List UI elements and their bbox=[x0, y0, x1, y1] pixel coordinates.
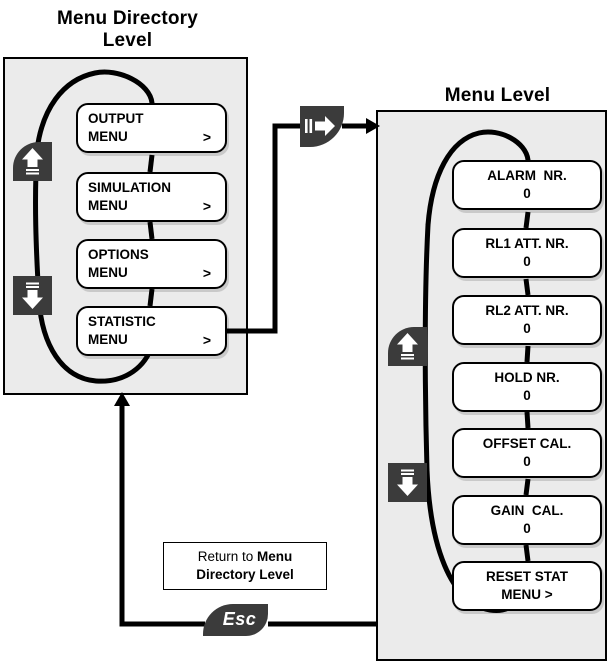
menu-item-simulation-menu-line2: MENU bbox=[88, 198, 128, 213]
menu-item-rl2-att-nr-value: 0 bbox=[523, 321, 531, 336]
menu-item-rl1-att-nr[interactable]: RL1 ATT. NR. 0 bbox=[452, 228, 602, 278]
menu-item-options-menu-row2: MENU > bbox=[88, 264, 215, 282]
menu-item-hold-nr-value: 0 bbox=[523, 388, 531, 403]
menu-item-options-menu-line1: OPTIONS bbox=[88, 246, 149, 262]
menu-directory-level-title: Menu Directory Level bbox=[20, 8, 235, 53]
esc-key[interactable]: Esc bbox=[203, 604, 268, 636]
menu-level-title: Menu Level bbox=[444, 85, 551, 106]
up-arrow-key-icon bbox=[22, 148, 43, 175]
menu-item-statistic-menu-row1: STATISTIC bbox=[88, 313, 215, 331]
menu-item-reset-stat-menu-line2: MENU > bbox=[501, 587, 553, 602]
down-arrow-key-icon bbox=[22, 282, 43, 309]
menu-item-output-menu-line1: OUTPUT bbox=[88, 110, 144, 126]
menu-item-gain-cal-value: 0 bbox=[523, 521, 531, 536]
menu-item-output-menu-line2: MENU bbox=[88, 129, 128, 144]
menu-item-offset-cal-label: OFFSET CAL. bbox=[482, 435, 572, 451]
return-instruction-line1: Return to Menu bbox=[198, 548, 293, 566]
up-arrow-key-icon bbox=[397, 333, 418, 360]
menu-item-statistic-menu-line2: MENU bbox=[88, 332, 128, 347]
chevron-right-icon: > bbox=[202, 265, 211, 282]
chevron-right-icon: > bbox=[202, 129, 211, 146]
menu-item-gain-cal[interactable]: GAIN CAL. 0 bbox=[452, 495, 602, 545]
return-instruction-box: Return to Menu Directory Level bbox=[163, 542, 327, 590]
return-instruction-bold1: Menu bbox=[257, 549, 293, 565]
down-arrow-key-icon bbox=[397, 469, 418, 496]
menu-item-alarm-nr-value: 0 bbox=[523, 186, 531, 201]
menu-item-reset-stat-menu-line1: RESET STAT bbox=[485, 568, 568, 584]
menu-item-options-menu-row1: OPTIONS bbox=[88, 246, 215, 264]
menu-item-gain-cal-label: GAIN CAL. bbox=[490, 502, 564, 518]
chevron-right-icon: > bbox=[202, 332, 211, 349]
menu-item-offset-cal-value: 0 bbox=[523, 454, 531, 469]
menu-item-alarm-nr-label: ALARM NR. bbox=[487, 167, 567, 183]
menu-item-output-menu[interactable]: OUTPUT MENU > bbox=[76, 103, 227, 153]
menu-item-options-menu[interactable]: OPTIONS MENU > bbox=[76, 239, 227, 289]
chevron-right-icon: > bbox=[202, 198, 211, 215]
menu-item-hold-nr-label: HOLD NR. bbox=[494, 369, 560, 385]
menu-item-rl1-att-nr-label: RL1 ATT. NR. bbox=[485, 235, 569, 251]
enter-key[interactable] bbox=[300, 106, 344, 147]
menu-item-statistic-menu[interactable]: STATISTIC MENU > bbox=[76, 306, 227, 356]
esc-key-label: Esc bbox=[222, 608, 257, 629]
menu-item-options-menu-line2: MENU bbox=[88, 265, 128, 280]
menu-item-simulation-menu-line1: SIMULATION bbox=[88, 179, 171, 195]
menu-item-hold-nr[interactable]: HOLD NR. 0 bbox=[452, 362, 602, 412]
menu-item-simulation-menu-row1: SIMULATION bbox=[88, 179, 215, 197]
return-instruction-line2: Directory Level bbox=[196, 566, 294, 584]
menu-directory-level-title-line2: Level bbox=[102, 30, 153, 52]
menu-item-statistic-menu-line1: STATISTIC bbox=[88, 313, 156, 329]
menu-item-rl1-att-nr-value: 0 bbox=[523, 254, 531, 269]
menu-item-rl2-att-nr-label: RL2 ATT. NR. bbox=[485, 302, 569, 318]
left-panel-scroll-down-key[interactable] bbox=[13, 276, 52, 315]
menu-item-alarm-nr[interactable]: ALARM NR. 0 bbox=[452, 160, 602, 210]
return-instruction-bold2: Directory Level bbox=[196, 567, 294, 582]
enter-right-arrow-key-icon bbox=[305, 116, 335, 136]
menu-item-statistic-menu-row2: MENU > bbox=[88, 331, 215, 349]
menu-item-offset-cal[interactable]: OFFSET CAL. 0 bbox=[452, 428, 602, 478]
return-instruction-prefix: Return to bbox=[197, 549, 258, 565]
menu-item-rl2-att-nr[interactable]: RL2 ATT. NR. 0 bbox=[452, 295, 602, 345]
diagram-canvas: Menu Directory Level Menu Level OUTPUT M… bbox=[0, 0, 614, 669]
menu-directory-level-title-line1: Menu Directory bbox=[56, 8, 199, 29]
menu-item-simulation-menu-row2: MENU > bbox=[88, 197, 215, 215]
menu-item-reset-stat-menu[interactable]: RESET STAT MENU > bbox=[452, 561, 602, 611]
menu-item-output-menu-row1: OUTPUT bbox=[88, 110, 215, 128]
menu-item-simulation-menu[interactable]: SIMULATION MENU > bbox=[76, 172, 227, 222]
left-panel-scroll-up-key[interactable] bbox=[13, 142, 52, 181]
right-panel-scroll-down-key[interactable] bbox=[388, 463, 427, 502]
menu-item-output-menu-row2: MENU > bbox=[88, 128, 215, 146]
esc-to-menu-directory-line bbox=[119, 400, 205, 627]
right-panel-scroll-up-key[interactable] bbox=[388, 327, 427, 366]
